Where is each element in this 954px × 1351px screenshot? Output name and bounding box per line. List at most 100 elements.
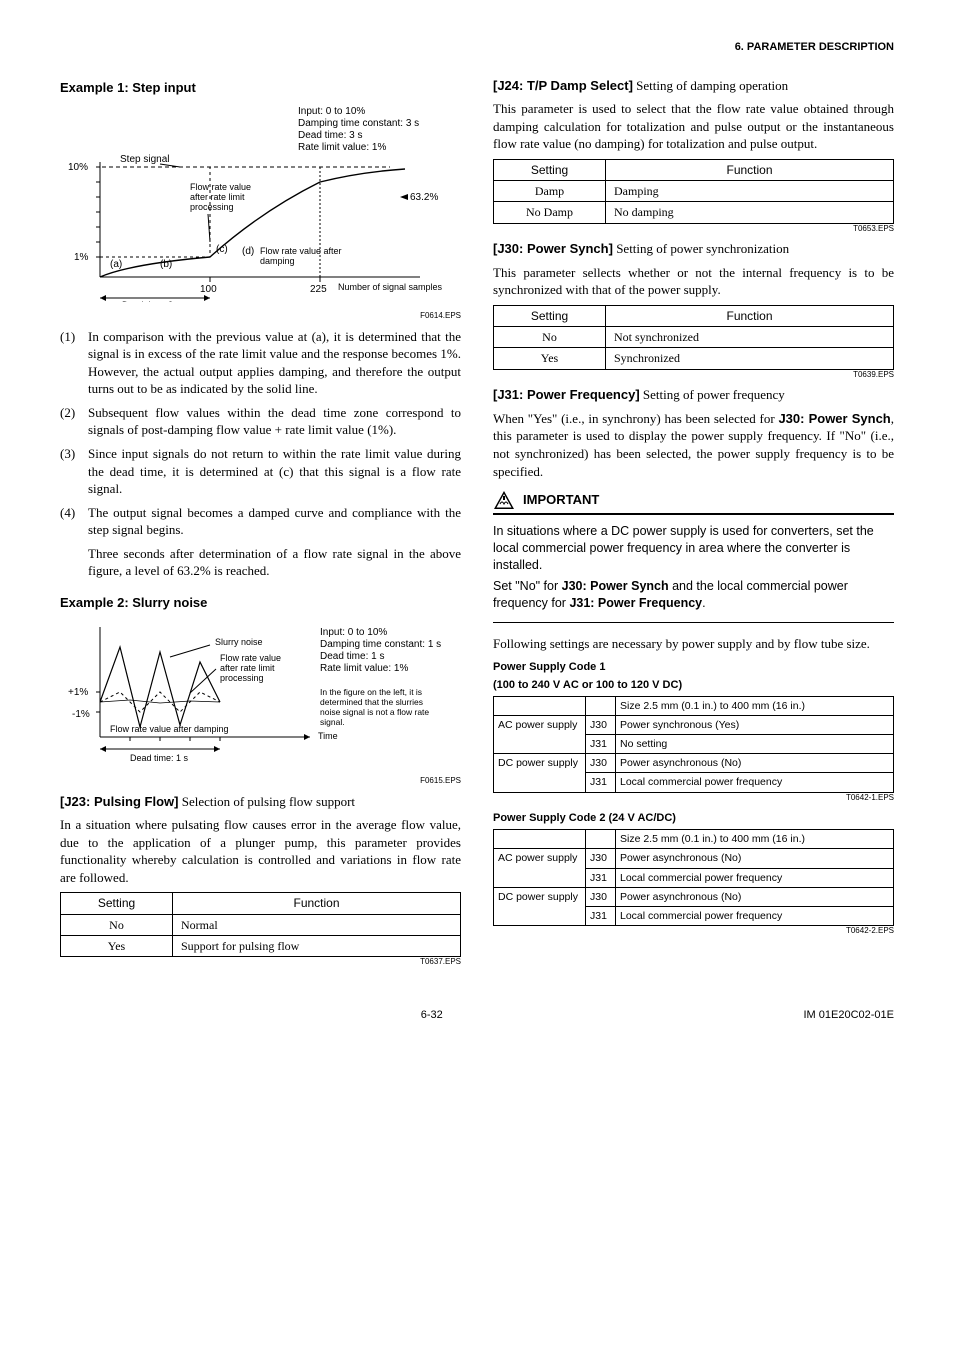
cell: Yes	[494, 348, 606, 369]
j31-body-bold: J30: Power Synch	[778, 411, 890, 426]
cell: Size 2.5 mm (0.1 in.) to 400 mm (16 in.)	[616, 696, 894, 715]
fig2-param: Damping time constant: 1 s	[320, 639, 441, 650]
fig1-ratelimit2: after rate limit	[190, 192, 245, 202]
cell: No Damp	[494, 202, 606, 223]
cell: J30	[586, 849, 616, 868]
j23-table: Setting Function No Normal Yes Support f…	[60, 892, 461, 957]
fig2-param: Dead time: 1 s	[320, 651, 384, 662]
j24-table: Setting Function DampDamping No DampNo d…	[493, 159, 894, 224]
table-row: No Normal	[61, 914, 461, 935]
j30-table: Setting Function NoNot synchronized YesS…	[493, 305, 894, 370]
warning-icon	[493, 490, 515, 510]
table-header: Setting	[494, 160, 606, 181]
following-text: Following settings are necessary by powe…	[493, 635, 894, 653]
page-footer: 6-32 IM 01E20C02-01E	[60, 1008, 894, 1023]
j24-tail: Setting of damping operation	[633, 78, 788, 93]
fig2-note3: noise signal is not a flow rate	[320, 707, 429, 717]
j30-eps: T0639.EPS	[493, 370, 894, 381]
table-row: Size 2.5 mm (0.1 in.) to 400 mm (16 in.)	[494, 830, 894, 849]
list-num: (2)	[60, 404, 88, 439]
list-num: (4)	[60, 504, 88, 539]
cell: J31	[586, 735, 616, 754]
fig1-param: Rate limit value: 1%	[298, 142, 386, 153]
cell: J31	[586, 773, 616, 792]
section-header: 6. PARAMETER DESCRIPTION	[60, 40, 894, 55]
list-text: In comparison with the previous value at…	[88, 328, 461, 398]
j30-title: [J30: Power Synch]	[493, 241, 613, 256]
list-text: The output signal becomes a damped curve…	[88, 504, 461, 539]
cell: AC power supply	[494, 715, 586, 753]
fig1-c: (c)	[216, 244, 228, 255]
doc-number: IM 01E20C02-01E	[804, 1008, 895, 1023]
cell: J30	[586, 715, 616, 734]
fig2-eps: F0615.EPS	[60, 776, 461, 787]
psc2-eps: T0642-2.EPS	[493, 926, 894, 937]
fig1-ytick-bot: 1%	[74, 252, 89, 263]
fig1-a: (a)	[110, 259, 122, 270]
fig1-damp2: damping	[260, 256, 295, 266]
j24-eps: T0653.EPS	[493, 224, 894, 235]
cell: Synchronized	[606, 348, 894, 369]
j31-tail: Setting of power frequency	[640, 387, 785, 402]
fig1-deadtime: Dead time: 3 s	[122, 300, 181, 302]
fig1-param: Damping time constant: 3 s	[298, 118, 419, 129]
table-row: AC power supply J30 Power asynchronous (…	[494, 849, 894, 868]
list-text: Subsequent flow values within the dead t…	[88, 404, 461, 439]
cell: J30	[586, 754, 616, 773]
fig1-b: (b)	[160, 259, 172, 270]
j30-body: This parameter sellects whether or not t…	[493, 264, 894, 299]
list-item: (4) The output signal becomes a damped c…	[60, 504, 461, 539]
fig2-y1: +1%	[68, 687, 88, 698]
fig2-param: Rate limit value: 1%	[320, 663, 408, 674]
right-column: [J24: T/P Damp Select] Setting of dampin…	[493, 73, 894, 974]
psc2-table: Size 2.5 mm (0.1 in.) to 400 mm (16 in.)…	[493, 829, 894, 926]
important-p2-post: .	[702, 596, 705, 610]
cell: DC power supply	[494, 754, 586, 792]
fig1-damp1: Flow rate value after	[260, 246, 342, 256]
table-header: Function	[606, 160, 894, 181]
cell: J31	[586, 868, 616, 887]
table-row: No DampNo damping	[494, 202, 894, 223]
fig2-rl3: processing	[220, 673, 264, 683]
table-header: Setting	[61, 893, 173, 914]
j23-title: [J23: Pulsing Flow]	[60, 794, 178, 809]
cell: No setting	[616, 735, 894, 754]
fig2-rl2: after rate limit	[220, 663, 275, 673]
list-text: Since input signals do not return to wit…	[88, 445, 461, 498]
fig2-note1: In the figure on the left, it is	[320, 687, 422, 697]
table-row: Size 2.5 mm (0.1 in.) to 400 mm (16 in.)	[494, 696, 894, 715]
cell: J31	[586, 906, 616, 925]
left-column: Example 1: Step input Input: 0 to 10% Da…	[60, 73, 461, 974]
cell: Support for pulsing flow	[173, 935, 461, 956]
table-header: Function	[173, 893, 461, 914]
cell: No	[61, 914, 173, 935]
psc1-head1: Power Supply Code 1	[493, 660, 894, 675]
cell: Damping	[606, 181, 894, 202]
psc2-head: Power Supply Code 2 (24 V AC/DC)	[493, 811, 894, 826]
j23-eps: T0637.EPS	[60, 957, 461, 968]
cell: Local commercial power frequency	[616, 773, 894, 792]
cell: No damping	[606, 202, 894, 223]
cell: Local commercial power frequency	[616, 868, 894, 887]
fig2-time: Time	[318, 731, 338, 741]
example2-title: Example 2: Slurry noise	[60, 594, 461, 612]
fig1-param: Dead time: 3 s	[298, 130, 362, 141]
table-row: DC power supply J30 Power asynchronous (…	[494, 887, 894, 906]
tail-paragraph: Three seconds after determination of a f…	[88, 545, 461, 580]
fig2-param: Input: 0 to 10%	[320, 627, 387, 638]
psc1-head2: (100 to 240 V AC or 100 to 120 V DC)	[493, 678, 894, 693]
cell: Yes	[61, 935, 173, 956]
important-p2-b1: J30: Power Synch	[562, 579, 669, 593]
cell: Power synchronous (Yes)	[616, 715, 894, 734]
important-p1: In situations where a DC power supply is…	[493, 523, 894, 574]
j24-title: [J24: T/P Damp Select]	[493, 78, 633, 93]
cell: Power asynchronous (No)	[616, 887, 894, 906]
table-row: YesSynchronized	[494, 348, 894, 369]
important-p2-b2: J31: Power Frequency	[569, 596, 702, 610]
table-row: DampDamping	[494, 181, 894, 202]
j31-body-pre: When "Yes" (i.e., in synchrony) has been…	[493, 411, 778, 426]
important-p2-pre: Set "No" for	[493, 579, 562, 593]
fig1-xcap: Number of signal samples	[338, 282, 443, 292]
fig1-ratelimit1: Flow rate value	[190, 182, 251, 192]
cell: AC power supply	[494, 849, 586, 887]
